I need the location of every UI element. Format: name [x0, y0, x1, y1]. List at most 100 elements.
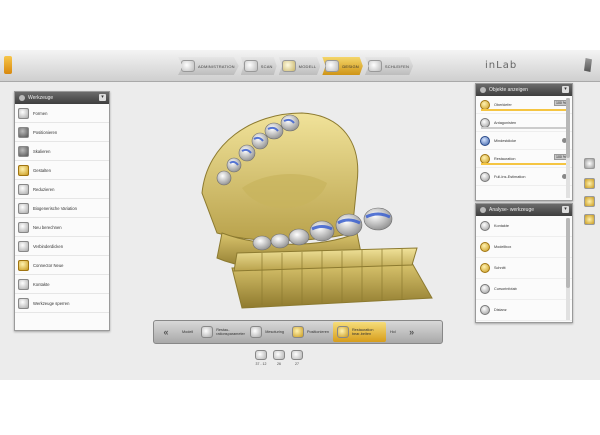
reduce-icon: [18, 183, 29, 195]
lock-tools-icon: [18, 297, 29, 309]
phase-scan[interactable]: SCAN: [240, 57, 277, 75]
tool-kontakte[interactable]: Kontakte: [15, 275, 109, 294]
application-window: ADMINISTRATION SCAN MODELL DESIGN SCHLEI…: [0, 50, 600, 380]
step-restaurationsparameter[interactable]: Restau-rationsparameter: [197, 322, 246, 342]
tool-label: Positionieren: [33, 129, 58, 135]
settings-wrench-icon[interactable]: [584, 58, 592, 72]
step-restauration-bearbeiten[interactable]: Restauration bear-beiten: [332, 322, 386, 342]
step-back-modell[interactable]: Modell: [178, 322, 197, 342]
view-antagonist-icon[interactable]: [584, 214, 595, 225]
analysis-panel-header: Analyse- werkzeuge ▾: [476, 204, 572, 216]
tooth-27[interactable]: 27: [291, 350, 303, 366]
back-arrow-icon[interactable]: «: [154, 321, 178, 343]
object-label: Restauration: [494, 156, 516, 161]
step-mesoturing[interactable]: Mesoturing: [246, 322, 288, 342]
scrollbar-thumb[interactable]: [566, 218, 570, 288]
tool-label: Biogenerische Variation: [33, 205, 77, 211]
tooth-label: 37 - 12: [255, 362, 267, 366]
tools-panel-title: Werkzeuge: [28, 95, 54, 101]
tool-formen[interactable]: Formen: [15, 104, 109, 123]
phase-administration[interactable]: ADMINISTRATION: [178, 57, 239, 75]
tool-label: Werkzeuge sperren: [33, 300, 70, 306]
connector-new-icon: [18, 259, 29, 271]
administration-icon: [181, 60, 195, 72]
analysis-label: Kontakte: [494, 224, 509, 228]
view-tooth-icon[interactable]: [584, 158, 595, 169]
object-row-restauration[interactable]: Restauration 100 %: [476, 150, 572, 168]
model-icon: [281, 60, 296, 72]
opacity-slider[interactable]: [481, 127, 568, 129]
phase-label: SCAN: [260, 63, 273, 69]
object-row-antagonisten[interactable]: Antagonisten: [476, 114, 572, 132]
tooth-icon: [255, 350, 267, 360]
app-menu-icon[interactable]: [4, 56, 12, 74]
view-jaw-icon[interactable]: [584, 196, 595, 207]
tool-gestalten[interactable]: Gestalten: [15, 161, 109, 180]
phase-schleifen[interactable]: SCHLEIFEN: [364, 57, 414, 75]
analysis-tool-distanz[interactable]: Distanz: [476, 300, 572, 321]
slider-fill: [481, 163, 568, 165]
analysis-panel-title: Analyse- werkzeuge: [489, 207, 535, 213]
view-model-icon[interactable]: [584, 178, 595, 189]
tool-biogenerische-variation[interactable]: Biogenerische Variation: [15, 199, 109, 218]
tool-label: Kontakte: [33, 281, 50, 287]
min-thickness-icon: [480, 135, 490, 146]
shape-icon: [18, 164, 29, 176]
estimation-icon: [480, 171, 490, 182]
tool-positionieren[interactable]: Positionieren: [15, 123, 109, 142]
section-icon: [480, 263, 490, 273]
tool-neu-berechnen[interactable]: Neu berechnen: [15, 218, 109, 237]
tool-skalieren[interactable]: Skalieren: [15, 142, 109, 161]
tool-connector-neue[interactable]: Connector Neue: [15, 256, 109, 275]
tooth-26[interactable]: 26: [273, 350, 285, 366]
object-row-mindestdicke[interactable]: Mindestdicke: [476, 132, 572, 150]
forward-arrow-icon[interactable]: »: [400, 321, 424, 343]
analysis-tool-schnitt[interactable]: Schnitt: [476, 258, 572, 279]
tool-werkzeuge-sperren[interactable]: Werkzeuge sperren: [15, 294, 109, 313]
phase-label: MODELL: [298, 63, 317, 69]
upper-jaw-icon: [480, 99, 490, 110]
model-box-icon: [480, 242, 490, 252]
step-label: Mesoturing: [265, 330, 284, 334]
scrollbar[interactable]: [566, 98, 570, 198]
tool-label: Verbinderdicken: [33, 243, 64, 249]
position-icon: [18, 126, 29, 138]
step-positionieren[interactable]: Positionieren: [288, 322, 333, 342]
tooth-label: 26: [277, 362, 281, 366]
objects-panel: Objekte anzeigen ▾ Oberkiefer 100 % Anta…: [475, 83, 573, 201]
tools-panel: Werkzeuge ▾ Formen Positionieren Skalier…: [14, 91, 110, 331]
opacity-slider[interactable]: [481, 163, 568, 165]
tooth-icon: [273, 350, 285, 360]
step-next[interactable]: Hol: [386, 322, 400, 342]
tool-reduzieren[interactable]: Reduzieren: [15, 180, 109, 199]
design-step-bar: « Modell Restau-rationsparameter Mesotur…: [153, 320, 443, 344]
parameters-icon: [201, 326, 214, 338]
collapse-icon[interactable]: ▾: [562, 86, 569, 93]
phase-design[interactable]: DESIGN: [322, 57, 363, 75]
tool-verbinderdicken[interactable]: Verbinderdicken: [15, 237, 109, 256]
3d-model-viewport[interactable]: [112, 83, 472, 318]
contacts-icon: [18, 278, 29, 290]
step-label: Restauration bear-beiten: [351, 328, 374, 336]
analysis-tool-modellbox[interactable]: Modellbox: [476, 237, 572, 258]
collapse-icon[interactable]: ▾: [562, 206, 569, 213]
tooth-group-37-12[interactable]: 37 - 12: [255, 350, 267, 366]
scrollbar-thumb[interactable]: [566, 98, 570, 158]
opacity-slider[interactable]: [481, 109, 568, 111]
objects-panel-title: Objekte anzeigen: [489, 87, 528, 93]
milling-icon: [367, 60, 382, 72]
analysis-tool-kontakte[interactable]: Kontakte: [476, 216, 572, 237]
collapse-icon[interactable]: ▾: [99, 94, 106, 101]
phase-modell[interactable]: MODELL: [278, 57, 321, 75]
object-row-oberkiefer[interactable]: Oberkiefer 100 %: [476, 96, 572, 114]
analysis-label: Modellbox: [494, 245, 512, 249]
object-label: Antagonisten: [494, 120, 517, 125]
design-icon: [325, 60, 340, 72]
scrollbar[interactable]: [566, 218, 570, 320]
analysis-icon: [480, 207, 486, 213]
object-label: Full-Ins-Estimation: [494, 174, 526, 179]
connector-icon: [18, 240, 29, 252]
analysis-tool-cursorinfo[interactable]: Cursorinfotab: [476, 279, 572, 300]
antagonist-icon: [480, 117, 490, 128]
object-row-full-ins[interactable]: Full-Ins-Estimation: [476, 168, 572, 186]
